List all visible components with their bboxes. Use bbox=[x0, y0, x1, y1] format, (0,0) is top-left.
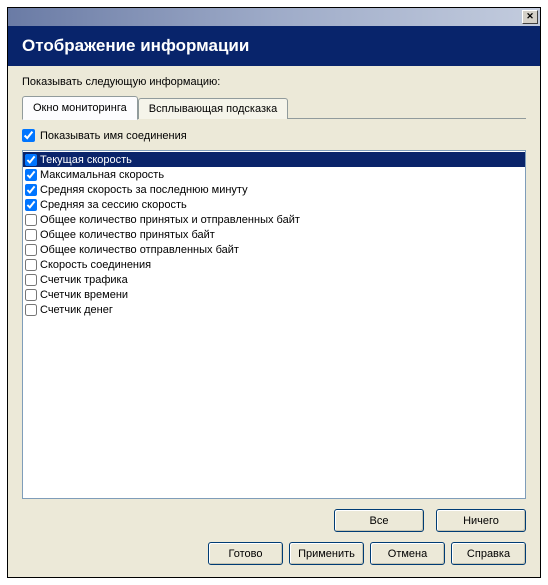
help-button[interactable]: Справка bbox=[451, 542, 526, 565]
show-connection-name-label: Показывать имя соединения bbox=[40, 130, 187, 142]
list-item-checkbox[interactable] bbox=[25, 244, 37, 256]
list-item[interactable]: Максимальная скорость bbox=[23, 167, 525, 182]
tab-strip: Окно мониторинга Всплывающая подсказка bbox=[22, 96, 526, 119]
list-item-checkbox[interactable] bbox=[25, 304, 37, 316]
list-item-label: Скорость соединения bbox=[40, 259, 151, 271]
list-item-checkbox[interactable] bbox=[25, 214, 37, 226]
list-item-label: Текущая скорость bbox=[40, 154, 132, 166]
titlebar: ✕ bbox=[8, 8, 540, 26]
list-item-checkbox[interactable] bbox=[25, 154, 37, 166]
list-item[interactable]: Счетчик трафика bbox=[23, 272, 525, 287]
list-item[interactable]: Текущая скорость bbox=[23, 152, 525, 167]
show-connection-name-checkbox[interactable] bbox=[22, 129, 35, 142]
list-item-checkbox[interactable] bbox=[25, 229, 37, 241]
cancel-button[interactable]: Отмена bbox=[370, 542, 445, 565]
options-listbox[interactable]: Текущая скорость Максимальная скорость Сре… bbox=[22, 150, 526, 499]
list-item[interactable]: Счетчик времени bbox=[23, 287, 525, 302]
list-item-label: Счетчик денег bbox=[40, 304, 113, 316]
list-item[interactable]: Общее количество принятых и отправленных… bbox=[23, 212, 525, 227]
list-item[interactable]: Счетчик денег bbox=[23, 302, 525, 317]
list-item-label: Средняя скорость за последнюю минуту bbox=[40, 184, 248, 196]
done-button[interactable]: Готово bbox=[208, 542, 283, 565]
list-item[interactable]: Общее количество отправленных байт bbox=[23, 242, 525, 257]
list-item-checkbox[interactable] bbox=[25, 259, 37, 271]
list-item-checkbox[interactable] bbox=[25, 199, 37, 211]
list-item-label: Счетчик трафика bbox=[40, 274, 128, 286]
list-item-checkbox[interactable] bbox=[25, 169, 37, 181]
close-icon[interactable]: ✕ bbox=[522, 10, 538, 24]
list-item-label: Общее количество принятых байт bbox=[40, 229, 215, 241]
dialog-window: ✕ Отображение информации Показывать след… bbox=[7, 7, 541, 578]
dialog-title: Отображение информации bbox=[8, 26, 540, 66]
list-item-label: Счетчик времени bbox=[40, 289, 128, 301]
list-item-label: Общее количество принятых и отправленных… bbox=[40, 214, 300, 226]
list-item[interactable]: Средняя скорость за последнюю минуту bbox=[23, 182, 525, 197]
tab-monitor-window[interactable]: Окно мониторинга bbox=[22, 96, 138, 120]
instruction-label: Показывать следующую информацию: bbox=[22, 76, 526, 88]
list-item-label: Общее количество отправленных байт bbox=[40, 244, 239, 256]
list-item-label: Максимальная скорость bbox=[40, 169, 164, 181]
select-all-button[interactable]: Все bbox=[334, 509, 424, 532]
list-item-checkbox[interactable] bbox=[25, 184, 37, 196]
list-item-checkbox[interactable] bbox=[25, 289, 37, 301]
list-item-label: Средняя за сессию скорость bbox=[40, 199, 187, 211]
list-item[interactable]: Скорость соединения bbox=[23, 257, 525, 272]
select-none-button[interactable]: Ничего bbox=[436, 509, 526, 532]
list-item[interactable]: Средняя за сессию скорость bbox=[23, 197, 525, 212]
list-item-checkbox[interactable] bbox=[25, 274, 37, 286]
apply-button[interactable]: Применить bbox=[289, 542, 364, 565]
list-item[interactable]: Общее количество принятых байт bbox=[23, 227, 525, 242]
tab-tooltip[interactable]: Всплывающая подсказка bbox=[138, 98, 288, 119]
